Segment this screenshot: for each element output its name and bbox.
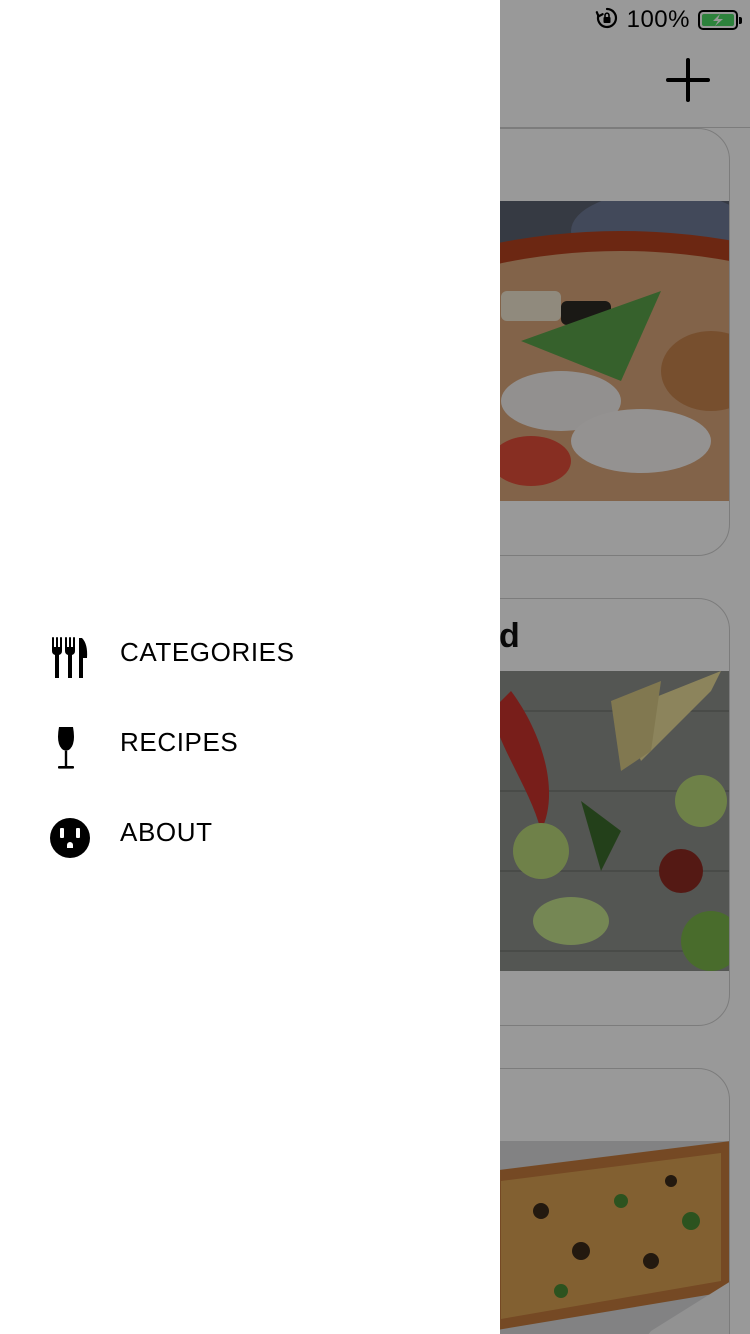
menu-item-label: CATEGORIES — [120, 637, 295, 667]
utensils-icon — [46, 634, 94, 682]
menu-item-label: ABOUT — [120, 817, 213, 847]
menu-item-label: RECIPES — [120, 727, 239, 757]
power-outlet-icon — [46, 814, 94, 862]
wine-glass-icon — [46, 724, 94, 772]
menu-item-about[interactable]: ABOUT — [0, 792, 500, 882]
side-drawer: CATEGORIES RECIPES ABOUT — [0, 0, 500, 1334]
menu-item-recipes[interactable]: RECIPES — [0, 702, 500, 792]
menu-item-categories[interactable]: CATEGORIES — [0, 612, 500, 702]
drawer-menu: CATEGORIES RECIPES ABOUT — [0, 612, 500, 882]
app-screen: 100% d CATEGORIES RECIPES ABOUT — [0, 0, 750, 1334]
